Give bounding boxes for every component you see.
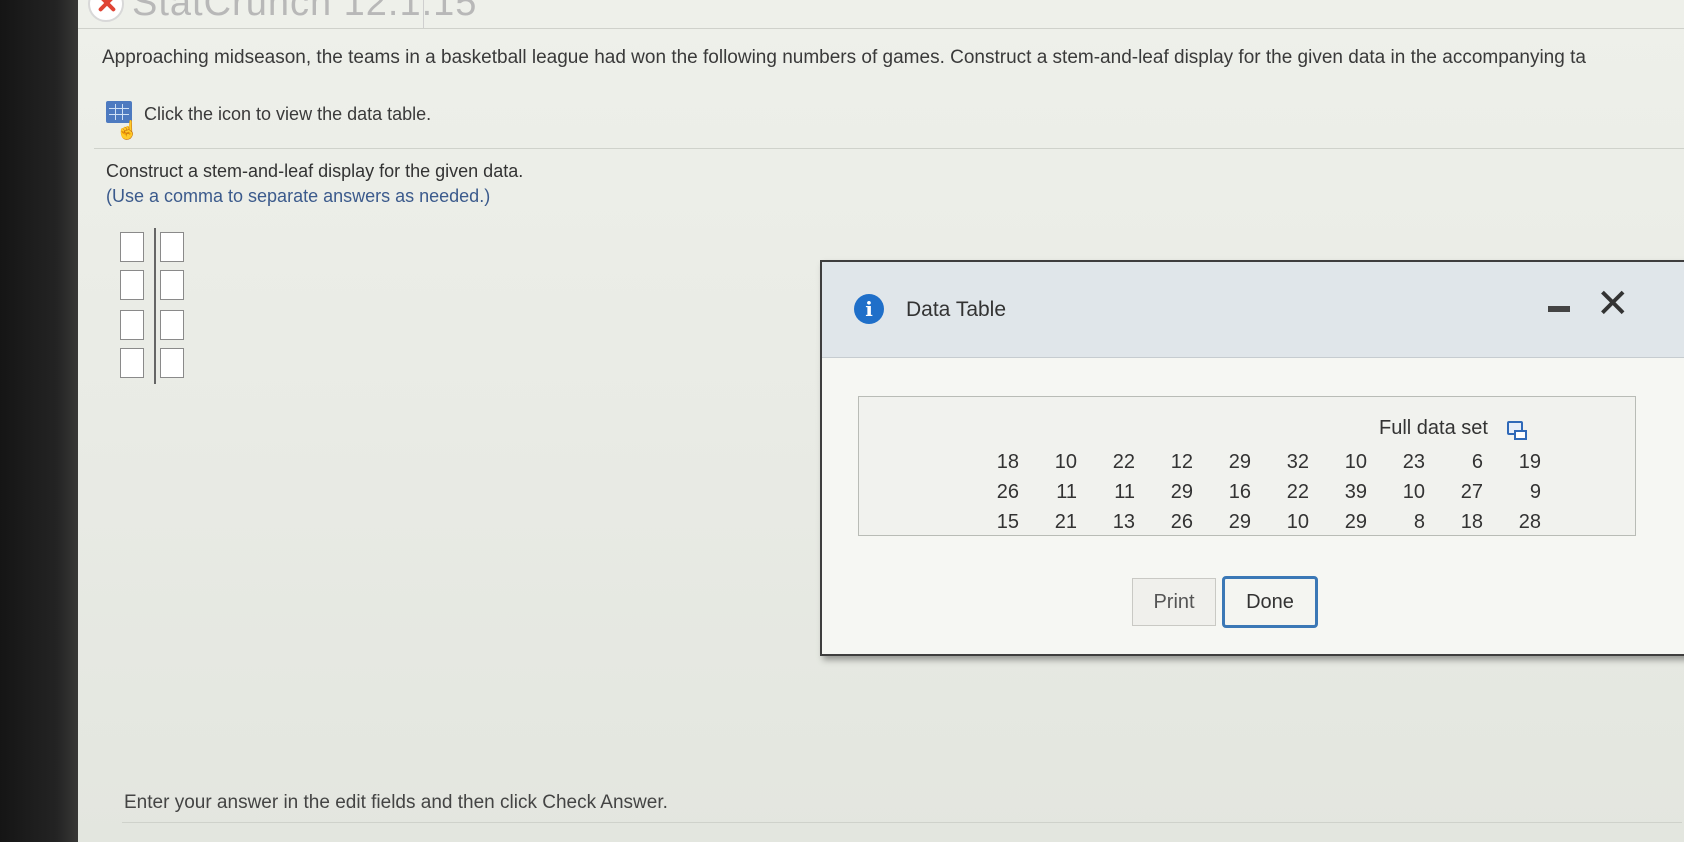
data-cell: 9 [1529,480,1541,503]
info-icon: i [854,294,884,324]
data-cell: 10 [1344,450,1367,473]
data-cell: 29 [1170,480,1193,503]
stem-input-3[interactable] [120,310,144,340]
data-cell: 19 [1518,450,1541,473]
copy-data-icon[interactable] [1507,421,1527,440]
leaf-input-1[interactable] [160,232,184,262]
stem-input-4[interactable] [120,348,144,378]
stem-divider [154,228,156,384]
data-cell: 39 [1344,480,1367,503]
data-cell: 28 [1518,510,1541,533]
data-cell: 27 [1460,480,1483,503]
data-cell: 10 [1286,510,1309,533]
data-cell: 22 [1112,450,1135,473]
table-row: 18 10 22 12 29 32 10 23 6 19 [969,447,1549,477]
data-link-text: Click the icon to view the data table. [144,104,432,124]
title-bar: StatCrunch 12.1.15 [78,0,1684,29]
data-cell: 10 [1054,450,1077,473]
data-cell: 32 [1286,450,1309,473]
data-panel: Full data set 18 10 22 12 29 32 10 23 6 … [858,396,1636,536]
footer-divider [122,822,1682,823]
dialog-close-button[interactable]: ✕ [1596,284,1630,324]
minimize-button[interactable] [1548,306,1570,312]
app-title: StatCrunch 12.1.15 [132,0,478,24]
data-cell: 11 [1114,480,1135,503]
stem-input-2[interactable] [120,270,144,300]
dialog-header: i Data Table ✕ [822,262,1684,358]
data-cell: 18 [1460,510,1483,533]
title-separator [423,0,424,28]
leaf-input-3[interactable] [160,310,184,340]
data-cell: 23 [1402,450,1425,473]
data-cell: 29 [1344,510,1367,533]
data-cell: 16 [1228,480,1251,503]
data-table: 18 10 22 12 29 32 10 23 6 19 26 11 11 29… [969,447,1549,537]
data-cell: 10 [1402,480,1425,503]
stem-and-leaf-input [118,228,198,388]
data-cell: 12 [1170,450,1193,473]
data-cell: 29 [1228,510,1251,533]
data-cell: 22 [1286,480,1309,503]
done-button[interactable]: Done [1222,576,1318,628]
data-cell: 21 [1054,510,1077,533]
leaf-input-4[interactable] [160,348,184,378]
instruction-text: Construct a stem-and-leaf display for th… [106,161,524,181]
table-row: 15 21 13 26 29 10 29 8 18 28 [969,507,1549,537]
data-cell: 29 [1228,450,1251,473]
full-data-set-link[interactable]: Full data set [1379,417,1488,440]
stem-input-1[interactable] [120,232,144,262]
data-cell: 13 [1112,510,1135,533]
hint-text: (Use a comma to separate answers as need… [106,186,491,206]
data-cell: 8 [1413,510,1425,533]
data-cell: 18 [996,450,1019,473]
data-table-dialog: i Data Table ✕ Full data set 18 10 22 12… [820,260,1684,656]
footer-instruction: Enter your answer in the edit fields and… [124,792,668,813]
leaf-input-2[interactable] [160,270,184,300]
app-window: StatCrunch 12.1.15 Approaching midseason… [78,0,1684,842]
print-button[interactable]: Print [1132,578,1216,626]
dialog-title: Data Table [906,298,1007,321]
data-cell: 6 [1471,450,1483,473]
divider [94,148,1684,149]
data-cell: 26 [996,480,1019,503]
data-cell: 15 [996,510,1019,533]
table-row: 26 11 11 29 16 22 39 10 27 9 [969,477,1549,507]
data-cell: 26 [1170,510,1193,533]
monitor-bezel [0,0,80,842]
data-cell: 11 [1056,480,1077,503]
hand-cursor-icon: ☝ [116,120,139,140]
close-icon[interactable] [88,0,124,22]
question-text: Approaching midseason, the teams in a ba… [102,47,1586,68]
